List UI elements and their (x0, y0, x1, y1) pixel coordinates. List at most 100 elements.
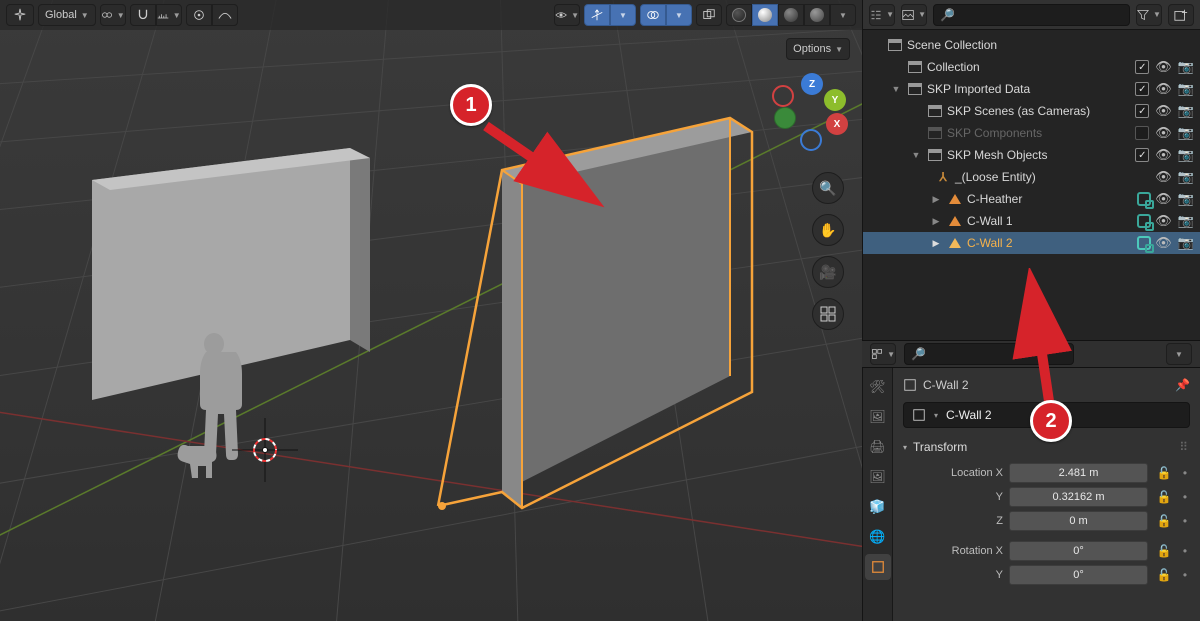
render-toggle[interactable]: 📷 (1178, 81, 1194, 97)
snap-mode-dropdown[interactable]: ▼ (156, 4, 182, 26)
shading-solid[interactable] (752, 4, 778, 26)
location-y-field[interactable]: 0.32162 m (1009, 487, 1148, 507)
tree-c-wall-1[interactable]: ▶ C-Wall 1 👁 📷 (863, 210, 1200, 232)
rotation-y-field[interactable]: 0° (1009, 565, 1148, 585)
location-x-field[interactable]: 2.481 m (1009, 463, 1148, 483)
render-toggle[interactable]: 📷 (1178, 213, 1194, 229)
render-toggle[interactable]: 📷 (1178, 103, 1194, 119)
exclude-checkbox[interactable]: ✓ (1135, 60, 1149, 74)
outliner-filter[interactable]: ▼ (1136, 4, 1162, 26)
disclosure-triangle[interactable]: ▶ (929, 194, 943, 205)
snap-toggle[interactable] (130, 4, 156, 26)
properties-editor-type[interactable]: ▼ (870, 343, 896, 365)
visibility-toggle[interactable]: 👁 (1155, 213, 1172, 229)
tab-object[interactable] (865, 554, 891, 580)
location-z-field[interactable]: 0 m (1009, 511, 1148, 531)
disclosure-triangle[interactable]: ▼ (909, 150, 923, 160)
visibility-toggle[interactable]: 👁 (1155, 235, 1172, 251)
tree-c-heather[interactable]: ▶ C-Heather 👁 📷 (863, 188, 1200, 210)
gizmo-neg-axis[interactable] (772, 85, 794, 107)
pan-button[interactable]: ✋ (812, 214, 844, 246)
exclude-checkbox[interactable]: ✓ (1135, 104, 1149, 118)
proportional-falloff[interactable] (212, 4, 238, 26)
tab-scene[interactable]: 🧊 (865, 494, 891, 520)
gizmo-neg-axis[interactable] (774, 107, 796, 129)
exclude-checkbox[interactable]: ✓ (1135, 82, 1149, 96)
tree-scene-collection[interactable]: Scene Collection (863, 34, 1200, 56)
xray-toggle[interactable] (696, 4, 722, 26)
tree-skp-imported[interactable]: ▼ SKP Imported Data ✓ 👁 📷 (863, 78, 1200, 100)
visibility-dropdown[interactable]: ▼ (554, 4, 580, 26)
render-toggle[interactable]: 📷 (1178, 147, 1194, 163)
visibility-toggle[interactable]: 👁 (1155, 147, 1172, 163)
pin-icon[interactable]: 📌 (1175, 378, 1190, 392)
anim-dot[interactable]: • (1180, 568, 1190, 582)
render-toggle[interactable]: 📷 (1178, 191, 1194, 207)
orientation-dropdown[interactable]: Global ▼ (38, 4, 96, 26)
outliner-display-mode[interactable]: ▼ (869, 4, 895, 26)
options-dropdown[interactable]: Options ▼ (786, 38, 850, 60)
tab-tool[interactable]: 🛠 (865, 374, 891, 400)
render-toggle[interactable]: 📷 (1178, 59, 1194, 75)
tab-viewlayer[interactable]: 🖼 (865, 464, 891, 490)
render-toggle[interactable]: 📷 (1178, 169, 1194, 185)
visibility-toggle[interactable]: 👁 (1155, 169, 1172, 185)
anim-dot[interactable]: • (1180, 514, 1190, 528)
anim-dot[interactable]: • (1180, 544, 1190, 558)
disclosure-triangle[interactable]: ▼ (889, 84, 903, 94)
render-toggle[interactable]: 📷 (1178, 125, 1194, 141)
tree-skp-components[interactable]: SKP Components 👁 📷 (863, 122, 1200, 144)
shading-dropdown[interactable]: ▼ (830, 4, 856, 26)
tab-world[interactable]: 🌐 (865, 524, 891, 550)
lock-icon[interactable]: 🔓 (1154, 490, 1174, 504)
anim-dot[interactable]: • (1180, 466, 1190, 480)
shading-rendered[interactable] (804, 4, 830, 26)
lock-icon[interactable]: 🔓 (1154, 514, 1174, 528)
disclosure-triangle[interactable]: ▶ (929, 238, 943, 249)
pivot-dropdown[interactable]: ▼ (100, 4, 126, 26)
outliner-view-dropdown[interactable]: ▼ (901, 4, 927, 26)
exclude-checkbox[interactable] (1135, 126, 1149, 140)
outliner-search-input[interactable] (961, 9, 1123, 21)
proportional-toggle[interactable] (186, 4, 212, 26)
gizmo-toggle[interactable] (584, 4, 610, 26)
render-toggle[interactable]: 📷 (1178, 235, 1194, 251)
lock-icon[interactable]: 🔓 (1154, 568, 1174, 582)
lock-icon[interactable]: 🔓 (1154, 466, 1174, 480)
gizmo-z-axis[interactable]: Z (801, 73, 823, 95)
outliner-search[interactable]: 🔎 (933, 4, 1130, 26)
tree-skp-scenes[interactable]: SKP Scenes (as Cameras) ✓ 👁 📷 (863, 100, 1200, 122)
gizmo-neg-axis[interactable] (800, 129, 822, 151)
lock-icon[interactable]: 🔓 (1154, 544, 1174, 558)
overlay-toggle[interactable] (640, 4, 666, 26)
perspective-button[interactable] (812, 298, 844, 330)
visibility-toggle[interactable]: 👁 (1155, 81, 1172, 97)
tab-render[interactable]: 🖼 (865, 404, 891, 430)
viewport-3d[interactable]: Global ▼ ▼ ▼ ▼ (0, 0, 862, 621)
shading-wire[interactable] (726, 4, 752, 26)
navigation-gizmo[interactable]: Z Y X (770, 75, 840, 145)
visibility-toggle[interactable]: 👁 (1155, 103, 1172, 119)
exclude-checkbox[interactable]: ✓ (1135, 148, 1149, 162)
gizmo-x-axis[interactable]: X (826, 113, 848, 135)
tree-collection[interactable]: Collection ✓ 👁 📷 (863, 56, 1200, 78)
visibility-toggle[interactable]: 👁 (1155, 59, 1172, 75)
disclosure-triangle[interactable]: ▶ (929, 216, 943, 227)
camera-view-button[interactable]: 🎥 (812, 256, 844, 288)
new-collection-button[interactable] (1168, 4, 1194, 26)
visibility-toggle[interactable]: 👁 (1155, 125, 1172, 141)
overlay-dropdown[interactable]: ▼ (666, 4, 692, 26)
shading-material[interactable] (778, 4, 804, 26)
tree-skp-mesh[interactable]: ▼ SKP Mesh Objects ✓ 👁 📷 (863, 144, 1200, 166)
tree-c-wall-2[interactable]: ▶ C-Wall 2 👁 📷 (863, 232, 1200, 254)
zoom-button[interactable]: 🔍 (812, 172, 844, 204)
gizmo-y-axis[interactable]: Y (824, 89, 846, 111)
properties-options[interactable]: ▼ (1166, 343, 1192, 365)
panel-menu-icon[interactable]: ⠿ (1179, 440, 1190, 454)
tab-output[interactable]: 🖨 (865, 434, 891, 460)
rotation-x-field[interactable]: 0° (1009, 541, 1148, 561)
tree-loose-entity[interactable]: ⅄ _(Loose Entity) 👁 📷 (863, 166, 1200, 188)
cursor-tool-button[interactable] (6, 4, 34, 26)
visibility-toggle[interactable]: 👁 (1155, 191, 1172, 207)
gizmo-mode-dropdown[interactable]: ▼ (610, 4, 636, 26)
